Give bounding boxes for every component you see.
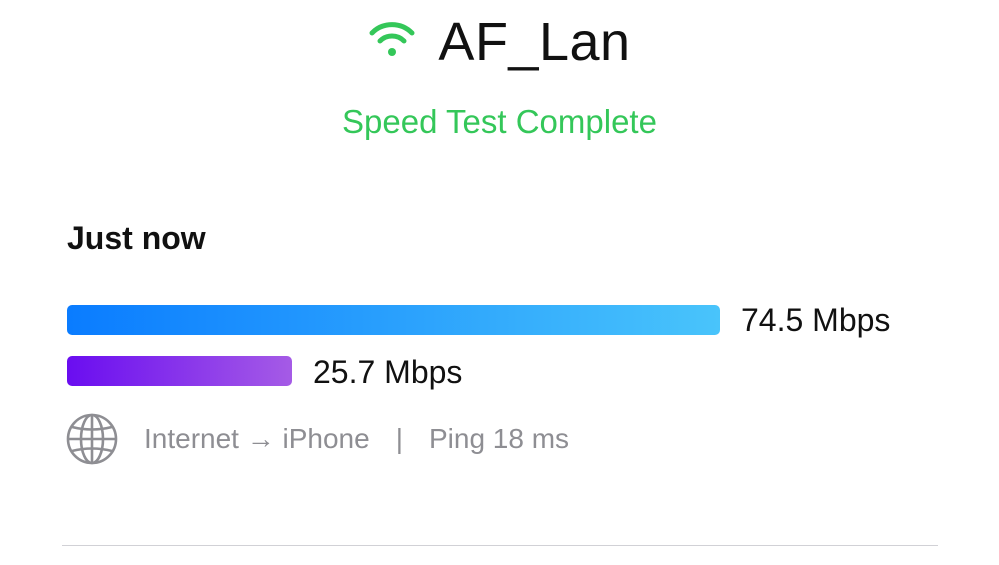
route-label: Internet → iPhone <box>144 423 370 454</box>
section-divider <box>62 545 938 546</box>
info-separator: | <box>395 423 403 454</box>
download-speed-bar <box>67 305 720 335</box>
network-header: AF_Lan <box>0 10 999 74</box>
upload-speed-value: 25.7 Mbps <box>313 354 463 390</box>
download-speed-value: 74.5 Mbps <box>741 302 891 338</box>
network-name: AF_Lan <box>438 12 631 72</box>
ping-label: Ping 18 ms <box>428 423 570 454</box>
upload-speed-bar <box>67 356 292 386</box>
connection-info: Internet → iPhone | Ping 18 ms <box>66 413 570 465</box>
speed-test-status: Speed Test Complete <box>342 103 657 140</box>
globe-icon <box>66 413 118 465</box>
wifi-icon <box>369 22 415 56</box>
result-timestamp: Just now <box>67 220 206 256</box>
